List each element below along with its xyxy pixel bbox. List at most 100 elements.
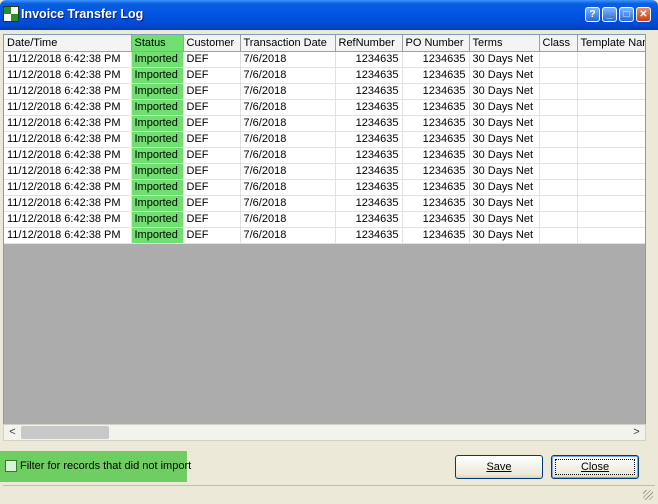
- table-row[interactable]: 11/12/2018 6:42:38 PM Imported DEF 7/6/2018…: [4, 67, 645, 84]
- table-cell: 11/12/2018 6:42:38 PM: [4, 131, 132, 148]
- table-row[interactable]: 11/12/2018 6:42:38 PM Imported DEF 7/6/2018…: [4, 131, 645, 148]
- table-cell: [539, 163, 578, 180]
- minimize-button[interactable]: _: [602, 7, 617, 22]
- resize-grip-icon[interactable]: [643, 490, 653, 500]
- column-header[interactable]: Transaction Date: [240, 35, 336, 52]
- table-cell: 30 Days Net: [469, 115, 540, 132]
- column-header[interactable]: Date/Time: [4, 35, 132, 52]
- table-cell: Imported: [131, 163, 184, 180]
- horizontal-scrollbar[interactable]: < >: [3, 424, 646, 441]
- table-cell: 11/12/2018 6:42:38 PM: [4, 227, 132, 244]
- table-row[interactable]: 11/12/2018 6:42:38 PM Imported DEF 7/6/2018…: [4, 51, 645, 68]
- table-row[interactable]: 11/12/2018 6:42:38 PM Imported DEF 7/6/2018…: [4, 99, 645, 116]
- table-cell: DEF: [183, 179, 241, 196]
- table-cell: 7/6/2018: [240, 179, 336, 196]
- table-cell: [539, 67, 578, 84]
- table-cell: Imported: [131, 51, 184, 68]
- table-cell: DEF: [183, 115, 241, 132]
- table-cell: 11/12/2018 6:42:38 PM: [4, 83, 132, 100]
- table-cell: 1234635: [335, 67, 403, 84]
- table-row[interactable]: 11/12/2018 6:42:38 PM Imported DEF 7/6/2018…: [4, 211, 645, 228]
- table-cell: 11/12/2018 6:42:38 PM: [4, 67, 132, 84]
- table-cell: 7/6/2018: [240, 163, 336, 180]
- table-row[interactable]: 11/12/2018 6:42:38 PM Imported DEF 7/6/2018…: [4, 147, 645, 164]
- title-bar[interactable]: Invoice Transfer Log ? _ □ ✕: [0, 0, 658, 30]
- table-row[interactable]: 11/12/2018 6:42:38 PM Imported DEF 7/6/2018…: [4, 83, 645, 100]
- table-row[interactable]: 11/12/2018 6:42:38 PM Imported DEF 7/6/2018…: [4, 163, 645, 180]
- table-cell: [577, 227, 645, 244]
- table-cell: DEF: [183, 211, 241, 228]
- table-cell: 1234635: [335, 99, 403, 116]
- column-header[interactable]: Status: [131, 35, 184, 52]
- table-cell: 1234635: [335, 195, 403, 212]
- table-cell: 1234635: [335, 147, 403, 164]
- table-cell: 1234635: [402, 115, 470, 132]
- table-cell: 11/12/2018 6:42:38 PM: [4, 211, 132, 228]
- table-cell: 1234635: [402, 147, 470, 164]
- column-header[interactable]: Customer: [183, 35, 241, 52]
- table-cell: DEF: [183, 67, 241, 84]
- close-window-button[interactable]: ✕: [636, 7, 651, 22]
- table-cell: [577, 115, 645, 132]
- table-cell: [577, 211, 645, 228]
- column-header[interactable]: Class: [539, 35, 578, 52]
- table-cell: 7/6/2018: [240, 115, 336, 132]
- table-cell: 1234635: [402, 51, 470, 68]
- table-cell: 7/6/2018: [240, 131, 336, 148]
- help-icon[interactable]: ?: [585, 7, 600, 22]
- table-cell: 30 Days Net: [469, 227, 540, 244]
- table-cell: 1234635: [402, 67, 470, 84]
- table-cell: [577, 99, 645, 116]
- table-cell: Imported: [131, 67, 184, 84]
- table-cell: Imported: [131, 131, 184, 148]
- table-cell: 1234635: [402, 83, 470, 100]
- table-cell: [577, 195, 645, 212]
- table-cell: 30 Days Net: [469, 211, 540, 228]
- table-cell: DEF: [183, 51, 241, 68]
- table-cell: [577, 179, 645, 196]
- table-cell: Imported: [131, 179, 184, 196]
- table-cell: [539, 131, 578, 148]
- maximize-button[interactable]: □: [619, 7, 634, 22]
- table-cell: Imported: [131, 147, 184, 164]
- table-cell: 7/6/2018: [240, 195, 336, 212]
- column-header[interactable]: RefNumber: [335, 35, 403, 52]
- table-cell: 7/6/2018: [240, 83, 336, 100]
- table-cell: 1234635: [402, 211, 470, 228]
- scroll-right-icon[interactable]: >: [628, 425, 645, 440]
- table-cell: [539, 179, 578, 196]
- scroll-thumb[interactable]: [21, 426, 109, 439]
- table-cell: Imported: [131, 227, 184, 244]
- scroll-left-icon[interactable]: <: [4, 425, 21, 440]
- table-row[interactable]: 11/12/2018 6:42:38 PM Imported DEF 7/6/2018…: [4, 179, 645, 196]
- log-grid[interactable]: Date/Time Status Customer Transaction Date R…: [3, 34, 646, 441]
- table-row[interactable]: 11/12/2018 6:42:38 PM Imported DEF 7/6/2018…: [4, 115, 645, 132]
- table-cell: Imported: [131, 195, 184, 212]
- table-row[interactable]: 11/12/2018 6:42:38 PM Imported DEF 7/6/2018…: [4, 195, 645, 212]
- table-cell: 1234635: [335, 115, 403, 132]
- table-cell: 7/6/2018: [240, 227, 336, 244]
- table-cell: 30 Days Net: [469, 67, 540, 84]
- save-button[interactable]: Save: [455, 455, 543, 479]
- table-cell: [577, 83, 645, 100]
- table-cell: [539, 227, 578, 244]
- table-cell: DEF: [183, 147, 241, 164]
- filter-label[interactable]: Filter for records that did not import: [20, 460, 191, 472]
- table-cell: 11/12/2018 6:42:38 PM: [4, 115, 132, 132]
- column-header[interactable]: Template Nam: [577, 35, 645, 52]
- table-cell: 30 Days Net: [469, 179, 540, 196]
- table-cell: [577, 147, 645, 164]
- filter-checkbox[interactable]: [5, 460, 17, 472]
- column-header[interactable]: Terms: [469, 35, 540, 52]
- table-cell: 30 Days Net: [469, 163, 540, 180]
- table-cell: 1234635: [402, 131, 470, 148]
- save-button-label: Save: [486, 461, 512, 473]
- status-bar: [3, 485, 655, 502]
- table-cell: 11/12/2018 6:42:38 PM: [4, 179, 132, 196]
- app-icon: [3, 6, 19, 22]
- column-header[interactable]: PO Number: [402, 35, 470, 52]
- table-cell: 1234635: [335, 51, 403, 68]
- close-button[interactable]: Close: [551, 455, 639, 479]
- table-cell: Imported: [131, 83, 184, 100]
- table-row[interactable]: 11/12/2018 6:42:38 PM Imported DEF 7/6/2018…: [4, 227, 645, 244]
